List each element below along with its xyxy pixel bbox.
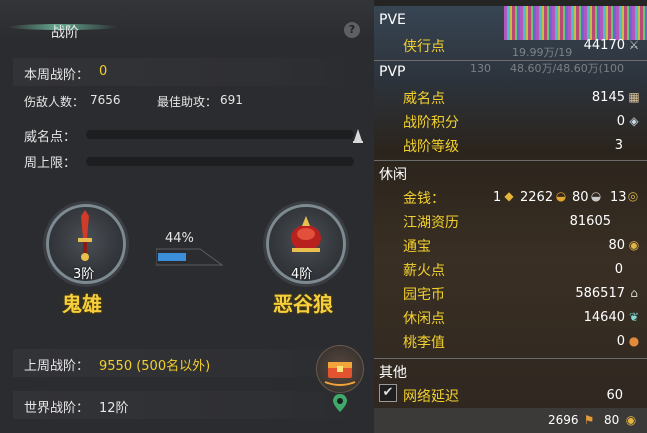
current-tier-level: 3阶	[73, 267, 95, 282]
pve-item-label: 侠行点	[403, 39, 445, 55]
pvp-header: PVP	[379, 64, 406, 80]
panel-title: 战阶	[51, 25, 79, 41]
pvp-item-label: 战阶等级	[403, 139, 459, 155]
next-tier-level: 4阶	[291, 267, 313, 282]
money-copper-value: 80	[572, 190, 589, 205]
scroll-icon: ▦	[628, 90, 640, 104]
weekly-cap-progress-bar	[86, 157, 354, 166]
network-latency-value: 60	[606, 388, 623, 403]
divider	[374, 60, 647, 61]
enemies-label: 伤敌人数：	[24, 95, 85, 109]
leisure-item-value: 80	[608, 238, 625, 253]
leisure-header: 休闲	[379, 167, 407, 183]
weekly-cap-label: 周上限：	[24, 156, 77, 171]
pvp-item-label: 战阶积分	[403, 115, 459, 131]
best-assist-value: 691	[220, 93, 243, 107]
bottom-value-b: 80	[604, 413, 620, 427]
weekly-rank-value: 0	[99, 64, 108, 79]
war-rank-panel: 战阶 ? 本周战阶： 0 伤敌人数： 7656 最佳助攻： 691 威名点： 周…	[0, 0, 374, 433]
money-label: 金钱：	[403, 191, 445, 207]
world-rank-label: 世界战阶：	[24, 401, 90, 416]
divider	[374, 358, 647, 359]
gold-ingot-icon: ◆	[504, 189, 514, 203]
prestige-label: 威名点：	[24, 130, 77, 145]
last-week-label: 上周战阶：	[24, 359, 90, 374]
leisure-item-label: 桃李值	[403, 335, 445, 351]
dagger-icon	[78, 210, 92, 261]
best-assist-label: 最佳助攻：	[157, 95, 218, 109]
world-rank-value: 12阶	[99, 401, 129, 416]
leisure-item-label: 江湖资历	[403, 215, 459, 231]
pvp-item-value: 0	[616, 114, 625, 129]
network-latency-label: 网络延迟	[403, 389, 459, 405]
reward-chest-button[interactable]	[316, 345, 364, 393]
current-tier-name: 鬼雄	[62, 292, 102, 316]
sword-icon: ⚔	[628, 38, 640, 52]
leisure-item-value: 14640	[583, 310, 625, 325]
money-coin-value: 13	[610, 190, 627, 205]
silver-boat-icon: ◒	[590, 189, 602, 203]
copper-coin-icon: ◎	[627, 189, 639, 203]
noise-strip	[504, 6, 647, 40]
last-week-value: 9550 (500名以外)	[99, 359, 211, 374]
network-latency-checkbox[interactable]: ✔	[379, 384, 397, 402]
next-tier-name: 恶谷狼	[273, 292, 333, 316]
location-pin-icon[interactable]	[332, 393, 348, 413]
overlay-level: 130	[470, 62, 491, 75]
leisure-item-label: 园宅币	[403, 287, 445, 303]
leisure-item-value: 0	[616, 334, 625, 349]
bottom-bar: 2696 ⚑ 80 ◉	[374, 408, 647, 433]
overlay-hp: 48.60万/48.60万(100	[510, 62, 624, 75]
leaf-icon: ❦	[628, 310, 640, 324]
gourd-icon: ●	[628, 334, 640, 348]
marker-icon	[353, 129, 363, 143]
leisure-item-label: 薪火点	[403, 263, 445, 279]
enemies-value: 7656	[90, 93, 121, 107]
helmet-icon	[291, 216, 321, 252]
coin-icon: ◉	[625, 413, 637, 427]
money-gold-value: 1	[493, 190, 502, 205]
tier-progress-bar	[156, 248, 224, 266]
flag-icon: ⚑	[583, 413, 595, 427]
pvp-item-label: 威名点	[403, 91, 445, 107]
overlay-hp-top: 19.99万/19	[512, 46, 573, 59]
pve-item-value: 44170	[583, 38, 625, 53]
prestige-progress-bar	[86, 130, 354, 139]
currency-panel: 19.99万/19 130 48.60万/48.60万(100 PVE 侠行点 …	[374, 0, 647, 433]
coin-icon: ◉	[628, 238, 640, 252]
treasure-chest-icon	[324, 362, 356, 386]
leisure-item-value: 586517	[575, 286, 625, 301]
money-silver-value: 2262	[520, 190, 554, 205]
pvp-item-value: 3	[614, 138, 623, 153]
weekly-rank-label: 本周战阶：	[24, 68, 90, 83]
leisure-item-value: 81605	[569, 214, 611, 229]
divider	[374, 160, 647, 161]
pve-header: PVE	[379, 12, 406, 28]
help-icon[interactable]: ?	[344, 22, 360, 38]
tier-progress-percent: 44%	[165, 231, 194, 246]
leisure-item-value: 0	[614, 262, 623, 277]
other-header: 其他	[379, 365, 407, 381]
gold-boat-icon: ◒	[555, 189, 567, 203]
pvp-item-value: 8145	[591, 90, 625, 105]
leisure-item-label: 休闲点	[403, 311, 445, 327]
crystal-icon: ◈	[629, 114, 639, 128]
panel-header: 战阶 ?	[0, 0, 374, 44]
leisure-item-label: 通宝	[403, 239, 431, 255]
bottom-value-a: 2696	[548, 413, 579, 427]
house-coin-icon: ⌂	[630, 286, 638, 300]
